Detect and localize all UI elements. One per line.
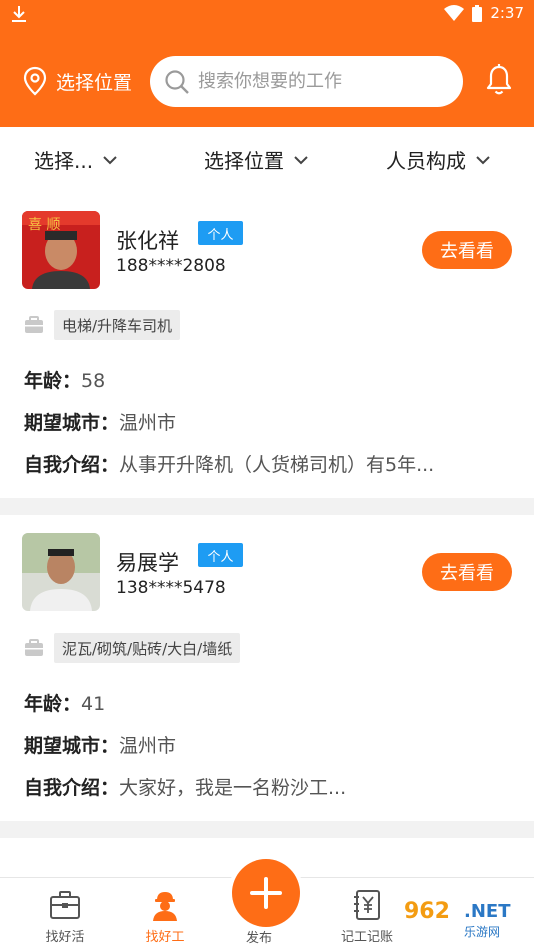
- age-label: 年龄：: [24, 370, 82, 392]
- filter-location[interactable]: 选择位置: [204, 145, 308, 174]
- worker-name: 张化祥: [116, 229, 179, 253]
- filter-label: 人员构成: [386, 149, 466, 173]
- search-input[interactable]: [198, 71, 448, 92]
- city-row: 期望城市：温州市: [24, 408, 176, 435]
- job-tag: 泥瓦/砌筑/贴砖/大白/墙纸: [54, 633, 241, 663]
- site-watermark: 962 .NET 乐游网: [398, 897, 530, 943]
- worker-card[interactable]: 喜 顺 张化祥 个人 188****2808 去看看 电梯/升降车司机 年龄：5…: [0, 193, 534, 498]
- avatar: [22, 533, 100, 611]
- intro-row: 自我介绍：从事开升降机（人货梯司机）有5年...: [24, 450, 434, 477]
- location-pin-icon: [23, 66, 47, 96]
- city-row: 期望城市：温州市: [24, 731, 176, 758]
- age-label: 年龄：: [24, 693, 82, 715]
- worker-phone: 138****5478: [116, 578, 226, 598]
- avatar: 喜 顺: [22, 211, 100, 289]
- filter-label: 选择位置: [204, 149, 284, 173]
- intro-row: 自我介绍：大家好，我是一名粉沙工...: [24, 773, 346, 800]
- view-button[interactable]: 去看看: [422, 231, 512, 269]
- watermark-suffix: .NET: [464, 901, 511, 922]
- filter-staff-type[interactable]: 人员构成: [386, 145, 490, 174]
- status-time: 2:37: [490, 4, 524, 22]
- nav-ledger[interactable]: 记工记账: [327, 878, 407, 949]
- worker-name: 易展学: [116, 551, 179, 575]
- city-value: 温州市: [119, 735, 177, 757]
- publish-label: 发布: [246, 931, 273, 946]
- watermark-text: 乐游网: [464, 925, 501, 939]
- location-label: 选择位置: [56, 71, 133, 94]
- intro-label: 自我介绍：: [24, 777, 120, 799]
- intro-value: 大家好，我是一名粉沙工...: [119, 777, 347, 799]
- plus-icon: [250, 877, 282, 909]
- ledger-icon: [354, 890, 380, 920]
- job-tag: 电梯/升降车司机: [54, 310, 181, 340]
- personal-badge: 个人: [198, 221, 243, 245]
- chevron-down-icon: [294, 155, 308, 164]
- nav-find-job[interactable]: 找好活: [25, 878, 105, 949]
- personal-badge: 个人: [198, 543, 243, 567]
- watermark-number: 962: [404, 899, 450, 924]
- city-label: 期望城市：: [24, 412, 120, 434]
- intro-label: 自我介绍：: [24, 454, 120, 476]
- age-value: 58: [81, 370, 106, 392]
- wifi-icon: [444, 5, 465, 21]
- location-selector[interactable]: 选择位置: [22, 64, 132, 98]
- search-icon: [165, 69, 189, 94]
- nav-label: 记工记账: [340, 930, 393, 945]
- city-label: 期望城市：: [24, 735, 120, 757]
- view-button[interactable]: 去看看: [422, 553, 512, 591]
- worker-card[interactable]: 易展学 个人 138****5478 去看看 泥瓦/砌筑/贴砖/大白/墙纸 年龄…: [0, 515, 534, 821]
- battery-icon: [472, 4, 483, 22]
- briefcase-icon: [50, 891, 80, 919]
- intro-value: 从事开升降机（人货梯司机）有5年...: [119, 454, 435, 476]
- nav-label: 找好工: [145, 930, 185, 945]
- top-header: 2:37 选择位置: [0, 0, 534, 127]
- filter-bar: 选择... 选择位置 人员构成: [0, 127, 534, 193]
- bell-icon[interactable]: [484, 63, 514, 97]
- chevron-down-icon: [476, 155, 490, 164]
- status-bar: 2:37: [0, 0, 534, 28]
- worker-phone: 188****2808: [116, 256, 226, 276]
- worker-icon: [153, 892, 177, 921]
- filter-category[interactable]: 选择...: [34, 145, 117, 174]
- age-value: 41: [81, 693, 106, 715]
- chevron-down-icon: [103, 155, 117, 164]
- age-row: 年龄：58: [24, 366, 105, 393]
- search-bar[interactable]: [150, 56, 463, 107]
- svg-text:喜 顺: 喜 顺: [28, 217, 60, 233]
- nav-label: 找好活: [45, 930, 85, 945]
- briefcase-icon: [25, 316, 43, 333]
- city-value: 温州市: [119, 412, 177, 434]
- age-row: 年龄：41: [24, 689, 105, 716]
- download-icon: [12, 6, 26, 22]
- briefcase-icon: [25, 639, 43, 656]
- publish-button[interactable]: [232, 859, 300, 927]
- filter-label: 选择...: [34, 149, 94, 173]
- nav-find-worker[interactable]: 找好工: [125, 878, 205, 949]
